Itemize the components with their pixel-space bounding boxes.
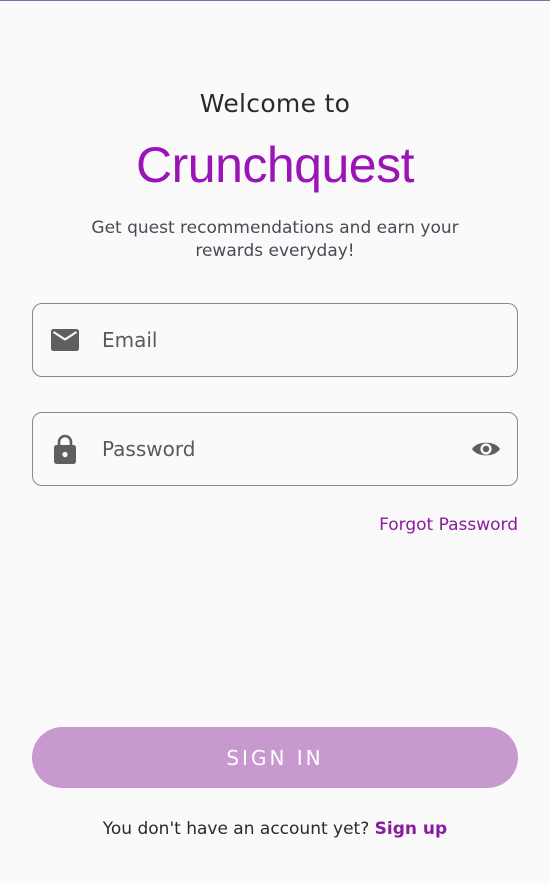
forgot-password-link[interactable]: Forgot Password — [379, 515, 518, 535]
signup-prompt: You don't have an account yet? — [102, 819, 375, 839]
password-input[interactable] — [102, 413, 469, 485]
password-field[interactable] — [32, 412, 518, 486]
login-screen: Welcome to Crunchquest Get quest recomme… — [0, 0, 550, 884]
welcome-heading: Welcome to — [199, 89, 351, 118]
eye-icon[interactable] — [469, 432, 503, 466]
email-field[interactable] — [32, 303, 518, 377]
mail-icon — [50, 325, 80, 355]
email-input[interactable] — [102, 304, 517, 376]
tagline: Get quest recommendations and earn your … — [91, 218, 459, 261]
brand-title: Crunchquest — [136, 137, 415, 193]
lock-icon — [50, 434, 80, 464]
sign-up-link[interactable]: Sign up — [375, 819, 448, 839]
signup-row: You don't have an account yet? Sign up — [0, 819, 550, 839]
sign-in-button[interactable]: SIGN IN — [32, 727, 518, 788]
